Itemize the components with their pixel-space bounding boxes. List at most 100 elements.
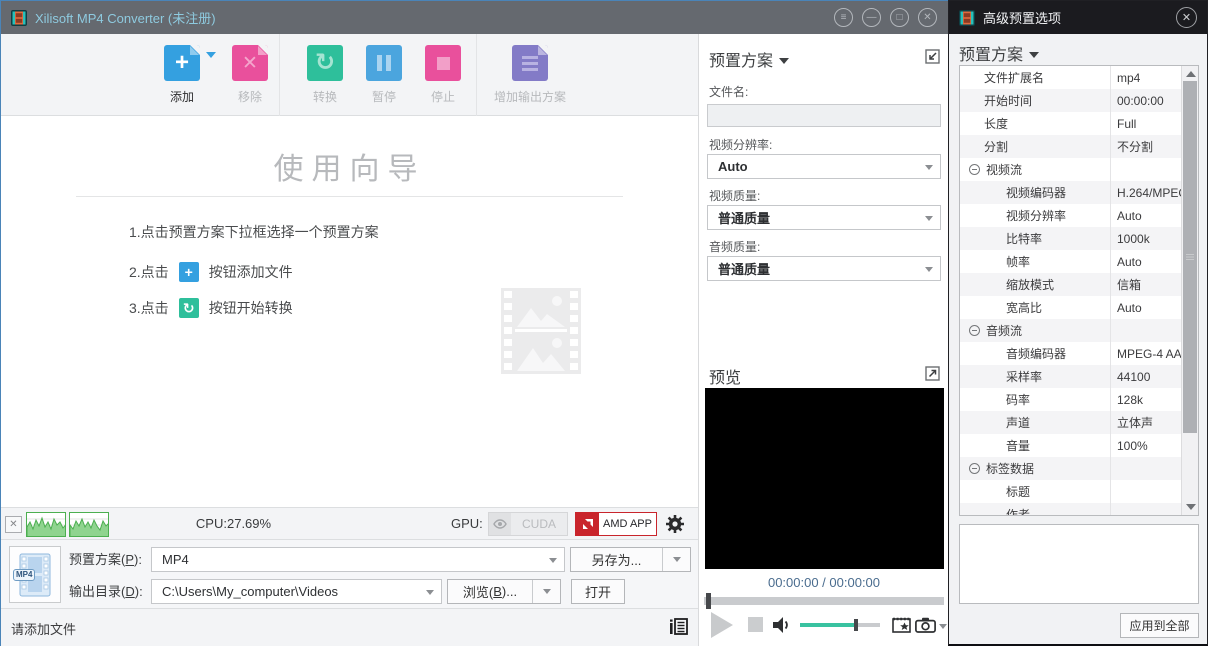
table-group-row[interactable]: 音频流 <box>960 319 1198 342</box>
table-row[interactable]: 宽高比Auto <box>960 296 1198 319</box>
table-row[interactable]: 缩放模式信箱 <box>960 273 1198 296</box>
window-title: Xilisoft MP4 Converter (未注册) <box>35 8 834 27</box>
filename-input[interactable] <box>707 104 941 127</box>
settings-gear-icon[interactable] <box>665 514 685 539</box>
snapshot-dropdown-caret[interactable] <box>939 624 947 629</box>
app-icon <box>11 10 27 26</box>
save-as-button[interactable]: 另存为... <box>570 547 691 572</box>
output-settings-area: MP4 预置方案(P): MP4 另存为... 输出目录(D): C:\User… <box>1 540 698 608</box>
resolution-combobox[interactable]: Auto <box>707 154 941 179</box>
format-badge: MP4 <box>13 569 35 581</box>
preview-video-area <box>705 388 944 569</box>
performance-bar: ✕ CPU:27.69% GPU: CUDA AMD APP <box>1 507 698 540</box>
window-controls: ≡ — □ ✕ <box>834 8 937 27</box>
table-row[interactable]: 码率128k <box>960 388 1198 411</box>
menu-button[interactable]: ≡ <box>834 8 853 27</box>
preset-panel-header[interactable]: 预置方案 <box>709 47 789 71</box>
preset-combobox[interactable]: MP4 <box>151 547 565 572</box>
apply-to-all-button[interactable]: 应用到全部 <box>1120 613 1199 638</box>
table-row[interactable]: 采样率44100 <box>960 365 1198 388</box>
table-group-row[interactable]: 视频流 <box>960 158 1198 181</box>
wizard-step-1: 1.点击预置方案下拉框选择一个预置方案 <box>129 222 379 242</box>
chevron-down-icon <box>673 557 681 562</box>
preset-panel: 预置方案 文件名: 视频分辨率: Auto 视频质量: 普通质量 音频质量: 普… <box>698 34 949 646</box>
window-title: 高级预置选项 <box>983 8 1176 27</box>
gpu-label: GPU: <box>451 508 483 539</box>
advanced-titlebar: 高级预置选项 ✕ <box>949 1 1207 34</box>
snapshot-folder-icon[interactable] <box>892 616 911 638</box>
browse-dropdown[interactable] <box>532 580 560 603</box>
save-as-dropdown[interactable] <box>662 548 690 571</box>
add-file-mini-icon: + <box>179 262 199 282</box>
table-row[interactable]: 帧率Auto <box>960 250 1198 273</box>
table-row[interactable]: 比特率1000k <box>960 227 1198 250</box>
column-divider <box>1110 66 1111 515</box>
hide-graph-button[interactable]: ✕ <box>5 516 22 533</box>
collapse-icon[interactable] <box>969 325 980 336</box>
chevron-down-icon <box>549 558 557 563</box>
maximize-icon: □ <box>896 13 902 23</box>
playback-time: 00:00:00 / 00:00:00 <box>699 575 949 590</box>
table-row[interactable]: 开始时间00:00:00 <box>960 89 1198 112</box>
volume-handle[interactable] <box>854 619 858 631</box>
add-profile-button[interactable]: 增加输出方案 <box>485 45 575 105</box>
seek-handle[interactable] <box>706 593 711 609</box>
open-button[interactable]: 打开 <box>571 579 625 604</box>
divider <box>76 196 623 197</box>
close-button[interactable]: ✕ <box>918 8 937 27</box>
wizard-step-2: 2.点击 + 按钮添加文件 <box>129 262 293 282</box>
table-row[interactable]: 声道立体声 <box>960 411 1198 434</box>
browse-button[interactable]: 浏览(B)... <box>447 579 561 604</box>
table-row[interactable]: 视频分辨率Auto <box>960 204 1198 227</box>
output-dir-combobox[interactable]: C:\Users\My_computer\Videos <box>151 579 442 604</box>
cpu-usage-graph-2 <box>69 512 109 537</box>
expand-preview-icon[interactable] <box>925 366 940 386</box>
table-group-row[interactable]: 标签数据 <box>960 457 1198 480</box>
remove-file-icon: ✕ <box>232 45 268 81</box>
output-format-thumbnail[interactable]: MP4 <box>9 546 61 603</box>
scrollbar[interactable] <box>1181 66 1198 515</box>
stop-playback-button[interactable] <box>748 617 763 632</box>
table-row[interactable]: 分割不分割 <box>960 135 1198 158</box>
audio-quality-label: 音频质量: <box>709 238 760 255</box>
stop-button[interactable]: 停止 <box>398 45 488 105</box>
table-row[interactable]: 文件扩展名mp4 <box>960 66 1198 89</box>
minimize-button[interactable]: — <box>862 8 881 27</box>
table-row[interactable]: 长度Full <box>960 112 1198 135</box>
scrollbar-thumb[interactable] <box>1183 81 1197 433</box>
table-row[interactable]: 视频编码器H.264/MPEG <box>960 181 1198 204</box>
play-button[interactable] <box>711 612 733 638</box>
table-row[interactable]: 音频编码器MPEG-4 AAC <box>960 342 1198 365</box>
collapse-icon[interactable] <box>969 164 980 175</box>
chevron-down-icon <box>925 267 933 272</box>
description-textarea[interactable] <box>959 524 1199 604</box>
video-quality-label: 视频质量: <box>709 187 760 204</box>
table-row[interactable]: 音量100% <box>960 434 1198 457</box>
video-quality-combobox[interactable]: 普通质量 <box>707 205 941 230</box>
table-row[interactable]: 作者 <box>960 503 1198 516</box>
minimize-icon: — <box>867 13 877 23</box>
file-list-area: 使用向导 1.点击预置方案下拉框选择一个预置方案 2.点击 + 按钮添加文件 3… <box>1 116 698 507</box>
volume-slider[interactable] <box>800 623 880 627</box>
wizard-step-3: 3.点击 ↻ 按钮开始转换 <box>129 298 293 318</box>
add-profile-icon <box>512 45 548 81</box>
dock-panel-icon[interactable] <box>925 49 940 69</box>
volume-icon[interactable] <box>773 617 793 638</box>
audio-quality-combobox[interactable]: 普通质量 <box>707 256 941 281</box>
camera-snapshot-icon[interactable] <box>915 617 936 638</box>
scroll-up-arrow[interactable] <box>1186 71 1196 77</box>
seek-bar[interactable] <box>704 597 944 605</box>
advanced-preset-header[interactable]: 预置方案 <box>959 41 1039 65</box>
table-rows: 文件扩展名mp4 开始时间00:00:00 长度Full 分割不分割 视频流 视… <box>960 66 1198 516</box>
chevron-down-icon <box>1029 52 1039 58</box>
table-row[interactable]: 标题 <box>960 480 1198 503</box>
volume-fill <box>800 623 855 627</box>
chevron-down-icon <box>925 216 933 221</box>
task-list-icon[interactable] <box>669 618 688 640</box>
collapse-icon[interactable] <box>969 463 980 474</box>
amd-app-toggle-button[interactable]: AMD APP <box>575 512 657 536</box>
maximize-button[interactable]: □ <box>890 8 909 27</box>
scroll-down-arrow[interactable] <box>1186 504 1196 510</box>
cuda-toggle-button[interactable]: CUDA <box>488 512 568 536</box>
close-button[interactable]: ✕ <box>1176 7 1197 28</box>
